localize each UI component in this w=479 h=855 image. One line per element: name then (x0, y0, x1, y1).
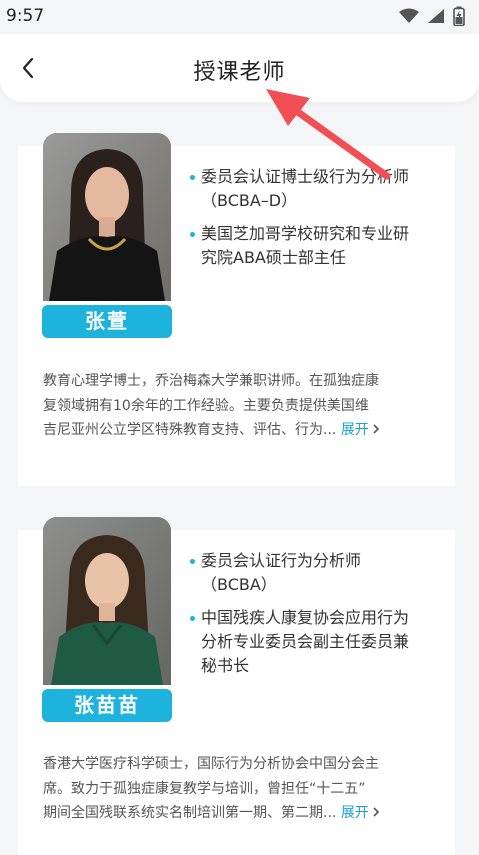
header-bar: 授课老师 (0, 34, 479, 102)
expand-label: 展开 (340, 805, 369, 821)
credential-line: 秘书长 (201, 656, 250, 675)
bullet-dot-icon (190, 232, 195, 237)
status-icons (399, 6, 465, 26)
chevron-right-icon (373, 424, 379, 434)
page-title: 授课老师 (193, 60, 286, 85)
bullet-dot-icon (190, 559, 195, 564)
battery-icon (453, 6, 465, 26)
bio-line: 席。致力于孤独症康复教学与培训，曾担任“十二五” (43, 780, 366, 797)
credential-line: （BCBA–D） (201, 191, 298, 210)
teacher-bio: 教育心理学博士，乔治梅森大学兼职讲师。在孤独症康 复领域拥有10余年的工作经验。… (43, 369, 435, 443)
bio-line-text: 吉尼亚州公立学区特殊教育支持、评估、行为... (43, 422, 337, 438)
chevron-right-icon (373, 807, 379, 817)
credential-item: 中国残疾人康复协会应用行为 分析专业委员会副主任委员兼 秘书长 (188, 606, 438, 678)
expand-link[interactable]: 展开 (341, 805, 381, 821)
credentials-list: 委员会认证行为分析师 （BCBA） 中国残疾人康复协会应用行为 分析专业委员会副… (188, 549, 438, 687)
credential-item: 委员会认证行为分析师 （BCBA） (188, 549, 438, 597)
credential-line: 究院ABA硕士部主任 (201, 248, 346, 267)
teacher-photo-wrap: 张苗苗 (42, 517, 172, 722)
status-bar: 9:57 (0, 0, 479, 34)
teacher-photo (43, 517, 171, 685)
signal-icon (428, 9, 444, 23)
teacher-name: 张苗苗 (42, 689, 172, 722)
bio-line: 教育心理学博士，乔治梅森大学兼职讲师。在孤独症康 (43, 373, 379, 389)
credential-line: （BCBA） (201, 575, 277, 594)
bullet-dot-icon (190, 175, 195, 180)
teacher-photo-wrap: 张萱 (42, 133, 172, 338)
teacher-card: 张萱 委员会认证博士级行为分析师 （BCBA–D） 美国芝加哥学校研究和专业研 … (18, 133, 455, 486)
bio-line: 复领域拥有10余年的工作经验。主要负责提供美国维 (43, 397, 369, 414)
credentials-list: 委员会认证博士级行为分析师 （BCBA–D） 美国芝加哥学校研究和专业研 究院A… (188, 165, 438, 279)
wifi-icon (399, 8, 419, 23)
bio-line: 香港大学医疗科学硕士，国际行为分析协会中国分会主 (43, 756, 379, 772)
credential-line: 分析专业委员会副主任委员兼 (201, 632, 410, 651)
teacher-name: 张萱 (42, 305, 172, 338)
bullet-dot-icon (190, 616, 195, 621)
status-time: 9:57 (6, 6, 45, 26)
credential-line: 中国残疾人康复协会应用行为 (201, 608, 410, 627)
credential-item: 美国芝加哥学校研究和专业研 究院ABA硕士部主任 (188, 222, 438, 270)
credential-line: 美国芝加哥学校研究和专业研 (201, 224, 410, 243)
credential-line: 委员会认证行为分析师 (201, 551, 362, 570)
bio-line: 期间全国残联系统实名制培训第一期、第二期... 展开 (43, 801, 435, 826)
annotation-arrow-icon (266, 89, 391, 180)
teacher-bio: 香港大学医疗科学硕士，国际行为分析协会中国分会主 席。致力于孤独症康复教学与培训… (43, 752, 435, 826)
teacher-photo (43, 133, 171, 301)
bio-line: 吉尼亚州公立学区特殊教育支持、评估、行为... 展开 (43, 418, 435, 443)
expand-label: 展开 (340, 422, 369, 438)
expand-link[interactable]: 展开 (341, 422, 381, 438)
teacher-card: 张苗苗 委员会认证行为分析师 （BCBA） 中国残疾人康复协会应用行为 分析专业… (18, 517, 455, 855)
bio-line-text: 期间全国残联系统实名制培训第一期、第二期... (43, 805, 337, 821)
